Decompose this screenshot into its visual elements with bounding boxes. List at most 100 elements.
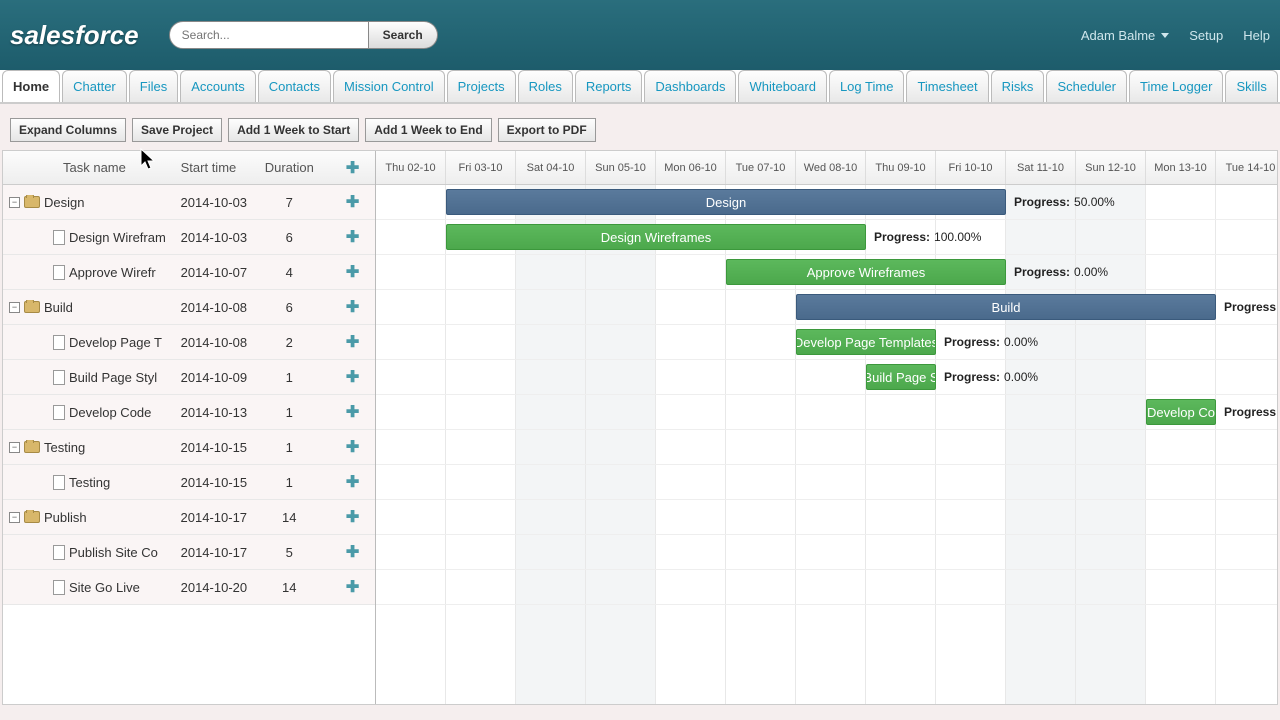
date-header-cell[interactable]: Fri 10-10 [936,151,1006,184]
tab-files[interactable]: Files [129,70,178,102]
date-header-cell[interactable]: Sat 11-10 [1006,151,1076,184]
plus-icon[interactable]: ✚ [345,194,361,210]
plus-icon[interactable]: ✚ [345,474,361,490]
tab-whiteboard[interactable]: Whiteboard [738,70,826,102]
task-name: Design [44,195,84,210]
tab-risks[interactable]: Risks [991,70,1045,102]
date-header-cell[interactable]: Fri 03-10 [446,151,516,184]
plus-icon[interactable]: ✚ [345,299,361,315]
task-duration: 1 [248,475,330,490]
tab-reports[interactable]: Reports [575,70,643,102]
gantt-bar[interactable]: Build Page S [866,364,936,390]
task-duration: 1 [248,405,330,420]
task-name: Testing [44,440,85,455]
tab-accounts[interactable]: Accounts [180,70,255,102]
gantt-bar[interactable]: Design [446,189,1006,215]
header-right: Adam Balme Setup Help [1081,28,1270,43]
help-link[interactable]: Help [1243,28,1270,43]
user-menu[interactable]: Adam Balme [1081,28,1169,43]
col-duration[interactable]: Duration [248,160,330,175]
date-header-cell[interactable]: Thu 02-10 [376,151,446,184]
task-row[interactable]: Develop Page T2014-10-082✚ [3,325,375,360]
timeline-row [376,570,1277,605]
collapse-icon[interactable]: − [9,512,20,523]
gantt-container: Task name Start time Duration ✚ − Design 2… [2,150,1278,705]
task-row[interactable]: Site Go Live2014-10-2014✚ [3,570,375,605]
progress-label: Progress: 100.00% [874,224,981,250]
tab-roles[interactable]: Roles [518,70,573,102]
plus-icon[interactable]: ✚ [345,544,361,560]
document-icon [53,405,65,420]
date-header-cell[interactable]: Mon 13-10 [1146,151,1216,184]
document-icon [53,265,65,280]
task-row[interactable]: Develop Code2014-10-131✚ [3,395,375,430]
task-row[interactable]: −Testing2014-10-151✚ [3,430,375,465]
date-header-cell[interactable]: Sun 05-10 [586,151,656,184]
gantt-bar[interactable]: Develop Co [1146,399,1216,425]
collapse-icon[interactable]: − [9,197,20,208]
date-header-cell[interactable]: Wed 08-10 [796,151,866,184]
col-start-time[interactable]: Start time [181,160,249,175]
date-header-cell[interactable]: Sat 04-10 [516,151,586,184]
task-row[interactable]: Publish Site Co2014-10-175✚ [3,535,375,570]
column-header: Task name Start time Duration ✚ [3,151,375,185]
date-header-cell[interactable]: Mon 06-10 [656,151,726,184]
tab-contacts[interactable]: Contacts [258,70,331,102]
tab-home[interactable]: Home [2,70,60,102]
tab-log-time[interactable]: Log Time [829,70,904,102]
col-task-name[interactable]: Task name [3,160,181,175]
setup-link[interactable]: Setup [1189,28,1223,43]
tab-skills[interactable]: Skills [1225,70,1277,102]
task-start: 2014-10-17 [181,510,249,525]
add-1-week-to-start-button[interactable]: Add 1 Week to Start [228,118,359,142]
tab-mission-control[interactable]: Mission Control [333,70,445,102]
task-duration: 14 [248,580,330,595]
gantt-bar[interactable]: Build [796,294,1216,320]
plus-icon[interactable]: ✚ [345,264,361,280]
gantt-bar[interactable]: Approve Wireframes [726,259,1006,285]
plus-icon[interactable]: ✚ [345,334,361,350]
save-project-button[interactable]: Save Project [132,118,222,142]
tab-timesheet[interactable]: Timesheet [906,70,988,102]
user-name: Adam Balme [1081,28,1155,43]
tab-chatter[interactable]: Chatter [62,70,127,102]
search-input[interactable] [169,21,369,49]
task-row[interactable]: −Design2014-10-037✚ [3,185,375,220]
collapse-icon[interactable]: − [9,442,20,453]
app-header: salesforce Search Adam Balme Setup Help [0,0,1280,70]
plus-icon[interactable]: ✚ [345,509,361,525]
plus-icon[interactable]: ✚ [345,579,361,595]
timeline-pane[interactable]: Thu 02-10Fri 03-10Sat 04-10Sun 05-10Mon … [376,151,1277,704]
task-row[interactable]: Design Wirefram2014-10-036✚ [3,220,375,255]
gantt-bar[interactable]: Develop Page Templates [796,329,936,355]
plus-icon[interactable]: ✚ [345,439,361,455]
tab-time-logger[interactable]: Time Logger [1129,70,1224,102]
task-row[interactable]: −Publish2014-10-1714✚ [3,500,375,535]
task-row[interactable]: Build Page Styl2014-10-091✚ [3,360,375,395]
date-header-cell[interactable]: Tue 14-10 [1216,151,1277,184]
tab-projects[interactable]: Projects [447,70,516,102]
task-duration: 2 [248,335,330,350]
add-1-week-to-end-button[interactable]: Add 1 Week to End [365,118,491,142]
task-row[interactable]: Testing2014-10-151✚ [3,465,375,500]
task-name: Publish Site Co [69,545,158,560]
date-header-cell[interactable]: Thu 09-10 [866,151,936,184]
task-row[interactable]: −Build2014-10-086✚ [3,290,375,325]
plus-icon[interactable]: ✚ [345,160,361,176]
folder-icon [24,196,40,208]
plus-icon[interactable]: ✚ [345,404,361,420]
plus-icon[interactable]: ✚ [345,229,361,245]
date-header-cell[interactable]: Tue 07-10 [726,151,796,184]
date-header-cell[interactable]: Sun 12-10 [1076,151,1146,184]
tab-dashboards[interactable]: Dashboards [644,70,736,102]
plus-icon[interactable]: ✚ [345,369,361,385]
expand-columns-button[interactable]: Expand Columns [10,118,126,142]
progress-label: Progress: [1224,294,1277,320]
search-button[interactable]: Search [369,21,438,49]
task-row[interactable]: Approve Wirefr2014-10-074✚ [3,255,375,290]
collapse-icon[interactable]: − [9,302,20,313]
tab-scheduler[interactable]: Scheduler [1046,70,1127,102]
export-to-pdf-button[interactable]: Export to PDF [498,118,596,142]
task-name: Approve Wirefr [69,265,156,280]
gantt-bar[interactable]: Design Wireframes [446,224,866,250]
